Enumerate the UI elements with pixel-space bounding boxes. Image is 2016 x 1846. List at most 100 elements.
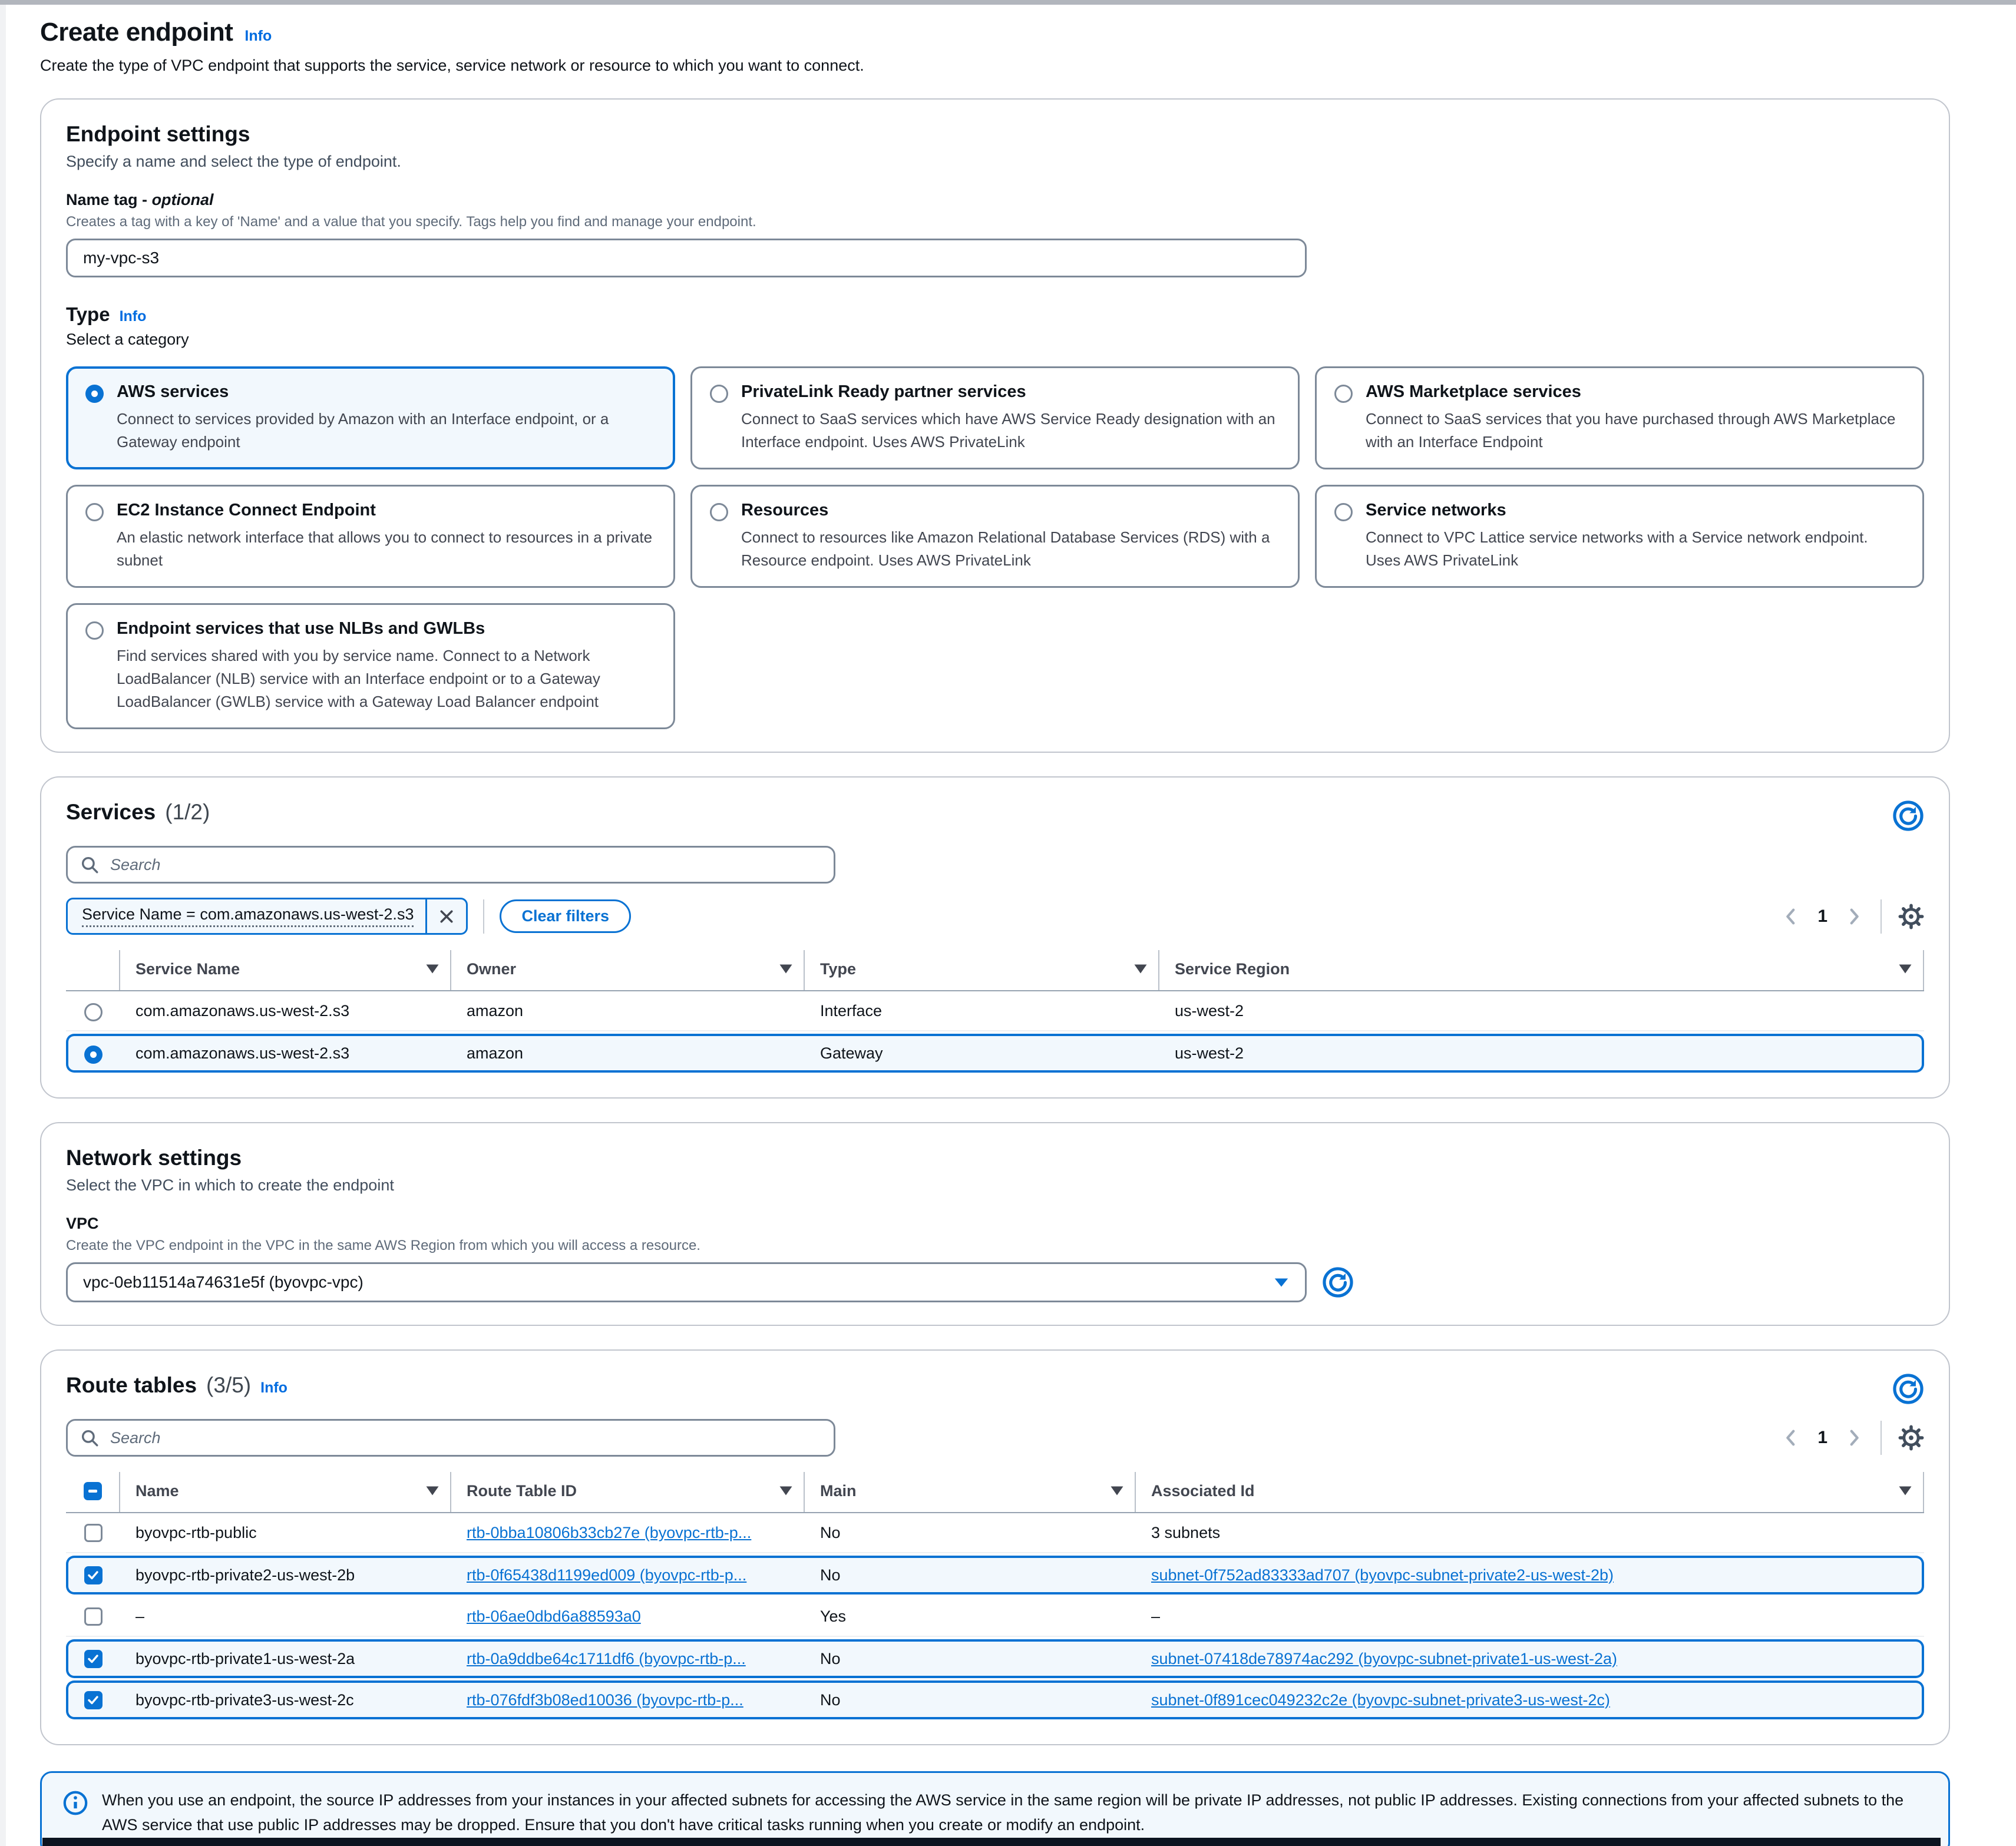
row-checkbox[interactable] bbox=[84, 1691, 103, 1709]
type-category-card[interactable]: AWS Marketplace services Connect to SaaS… bbox=[1315, 366, 1924, 469]
main-cell: No bbox=[805, 1691, 1136, 1709]
associated-id[interactable]: subnet-0f891cec049232c2e (byovpc-subnet-… bbox=[1151, 1691, 1610, 1709]
main-cell: No bbox=[805, 1566, 1136, 1584]
preferences-gear-icon[interactable] bbox=[1898, 1425, 1924, 1451]
filter-triangle-icon bbox=[1898, 964, 1912, 974]
radio-icon[interactable] bbox=[710, 503, 728, 521]
route-table-id-link[interactable]: rtb-0bba10806b33cb27e (byovpc-rtb-p... bbox=[467, 1524, 751, 1541]
radio-icon[interactable] bbox=[710, 385, 728, 403]
row-checkbox[interactable] bbox=[84, 1607, 103, 1626]
route-table-row[interactable]: byovpc-rtb-private1-us-west-2a rtb-0a9dd… bbox=[66, 1639, 1924, 1678]
radio-icon[interactable] bbox=[85, 621, 104, 640]
endpoint-settings-title: Endpoint settings bbox=[66, 122, 1924, 147]
radio-icon[interactable] bbox=[1334, 385, 1353, 403]
filter-token-dismiss-icon[interactable] bbox=[427, 899, 466, 933]
current-page-number[interactable]: 1 bbox=[1817, 1428, 1827, 1448]
next-page-icon[interactable] bbox=[1844, 907, 1864, 927]
route-table-name-cell: byovpc-rtb-public bbox=[120, 1524, 451, 1542]
associated-id[interactable]: subnet-0f752ad83333ad707 (byovpc-subnet-… bbox=[1151, 1566, 1614, 1584]
page-title: Create endpoint bbox=[40, 18, 233, 47]
type-subtitle: Select a category bbox=[66, 330, 1924, 349]
vpc-refresh-icon[interactable] bbox=[1322, 1266, 1354, 1298]
category-description: Connect to resources like Amazon Relatio… bbox=[741, 526, 1280, 572]
preferences-gear-icon[interactable] bbox=[1898, 904, 1924, 929]
route-tables-search-input[interactable] bbox=[109, 1428, 822, 1448]
route-table-name-cell: – bbox=[120, 1607, 451, 1626]
next-page-icon[interactable] bbox=[1844, 1428, 1864, 1448]
route-tables-info-link[interactable]: Info bbox=[260, 1379, 287, 1397]
service-table-row[interactable]: com.amazonaws.us-west-2.s3 amazon Gatewa… bbox=[66, 1034, 1924, 1073]
route-tables-pagination: 1 bbox=[1781, 1421, 1924, 1455]
route-table-name-cell: byovpc-rtb-private3-us-west-2c bbox=[120, 1691, 451, 1709]
route-table-row[interactable]: byovpc-rtb-private3-us-west-2c rtb-076fd… bbox=[66, 1680, 1924, 1719]
page-info-link[interactable]: Info bbox=[244, 28, 272, 45]
owner-cell: amazon bbox=[451, 1044, 805, 1063]
services-table-header: Service Name Owner Type Service Region bbox=[66, 950, 1924, 991]
main-cell: Yes bbox=[805, 1607, 1136, 1626]
current-page-number[interactable]: 1 bbox=[1817, 907, 1827, 927]
filter-triangle-icon bbox=[425, 1486, 439, 1496]
name-tag-input[interactable] bbox=[66, 239, 1307, 277]
route-tables-table-header: Name Route Table ID Main Associated Id bbox=[66, 1472, 1924, 1513]
category-description: Connect to services provided by Amazon w… bbox=[117, 408, 656, 454]
type-category-grid: AWS services Connect to services provide… bbox=[66, 366, 1924, 729]
service-table-row[interactable]: com.amazonaws.us-west-2.s3 amazon Interf… bbox=[66, 991, 1924, 1031]
filter-triangle-icon bbox=[779, 964, 793, 974]
route-table-row[interactable]: byovpc-rtb-private2-us-west-2b rtb-0f654… bbox=[66, 1556, 1924, 1594]
type-cell: Interface bbox=[805, 1002, 1159, 1020]
endpoint-settings-subtitle: Specify a name and select the type of en… bbox=[66, 153, 1924, 171]
type-category-card[interactable]: Resources Connect to resources like Amaz… bbox=[690, 485, 1300, 588]
main-cell: No bbox=[805, 1650, 1136, 1668]
route-table-row[interactable]: byovpc-rtb-public rtb-0bba10806b33cb27e … bbox=[66, 1513, 1924, 1553]
type-category-card[interactable]: EC2 Instance Connect Endpoint An elastic… bbox=[66, 485, 675, 588]
route-table-id-link[interactable]: rtb-0a9ddbe64c1711df6 (byovpc-rtb-p... bbox=[467, 1650, 746, 1668]
radio-icon[interactable] bbox=[1334, 503, 1353, 521]
category-description: Connect to SaaS services that you have p… bbox=[1366, 408, 1905, 454]
row-radio-icon[interactable] bbox=[84, 1046, 103, 1064]
network-settings-card: Network settings Select the VPC in which… bbox=[40, 1122, 1950, 1326]
type-category-card[interactable]: AWS services Connect to services provide… bbox=[66, 366, 675, 469]
services-search-input[interactable] bbox=[109, 855, 822, 875]
name-tag-help: Creates a tag with a key of 'Name' and a… bbox=[66, 214, 1924, 230]
route-tables-card: Route tables(3/5) Info 1 bbox=[40, 1349, 1950, 1745]
route-table-row[interactable]: – rtb-06ae0dbd6a88593a0 Yes – bbox=[66, 1597, 1924, 1637]
info-circle-icon bbox=[62, 1789, 89, 1817]
type-category-card[interactable]: Service networks Connect to VPC Lattice … bbox=[1315, 485, 1924, 588]
filter-token: Service Name = com.amazonaws.us-west-2.s… bbox=[66, 898, 468, 935]
route-table-id-link[interactable]: rtb-076fdf3b08ed10036 (byovpc-rtb-p... bbox=[467, 1691, 743, 1709]
row-checkbox[interactable] bbox=[84, 1650, 103, 1668]
filter-token-label[interactable]: Service Name = com.amazonaws.us-west-2.s… bbox=[68, 899, 425, 933]
vpc-label: VPC bbox=[66, 1215, 1924, 1233]
refresh-icon[interactable] bbox=[1892, 800, 1924, 832]
route-table-name-cell: byovpc-rtb-private1-us-west-2a bbox=[120, 1650, 451, 1668]
service-name-cell: com.amazonaws.us-west-2.s3 bbox=[120, 1044, 451, 1063]
owner-cell: amazon bbox=[451, 1002, 805, 1020]
type-info-link[interactable]: Info bbox=[120, 308, 147, 325]
associated-id[interactable]: 3 subnets bbox=[1151, 1524, 1220, 1542]
vpc-help: Create the VPC endpoint in the VPC in th… bbox=[66, 1238, 1924, 1254]
row-checkbox[interactable] bbox=[84, 1524, 103, 1542]
type-category-card[interactable]: Endpoint services that use NLBs and GWLB… bbox=[66, 603, 675, 729]
associated-id[interactable]: subnet-07418de78974ac292 (byovpc-subnet-… bbox=[1151, 1650, 1617, 1668]
row-checkbox[interactable] bbox=[84, 1566, 103, 1584]
vpc-select[interactable]: vpc-0eb11514a74631e5f (byovpc-vpc) bbox=[66, 1262, 1307, 1302]
select-all-checkbox[interactable] bbox=[84, 1482, 102, 1500]
route-tables-refresh-icon[interactable] bbox=[1892, 1373, 1924, 1405]
previous-page-icon[interactable] bbox=[1781, 907, 1801, 927]
previous-page-icon[interactable] bbox=[1781, 1428, 1801, 1448]
row-radio-icon[interactable] bbox=[84, 1003, 103, 1021]
services-search[interactable] bbox=[66, 846, 835, 884]
page-description: Create the type of VPC endpoint that sup… bbox=[40, 57, 1950, 75]
radio-icon[interactable] bbox=[85, 385, 104, 403]
associated-id: – bbox=[1151, 1607, 1160, 1625]
alert-text: When you use an endpoint, the source IP … bbox=[102, 1788, 1928, 1838]
route-table-id-link[interactable]: rtb-06ae0dbd6a88593a0 bbox=[467, 1607, 641, 1625]
route-tables-search[interactable] bbox=[66, 1419, 835, 1457]
service-name-cell: com.amazonaws.us-west-2.s3 bbox=[120, 1002, 451, 1020]
route-table-id-link[interactable]: rtb-0f65438d1199ed009 (byovpc-rtb-p... bbox=[467, 1566, 746, 1584]
radio-icon[interactable] bbox=[85, 503, 104, 521]
clear-filters-button[interactable]: Clear filters bbox=[500, 899, 631, 933]
category-title: EC2 Instance Connect Endpoint bbox=[117, 501, 656, 520]
category-description: Find services shared with you by service… bbox=[117, 644, 656, 713]
type-category-card[interactable]: PrivateLink Ready partner services Conne… bbox=[690, 366, 1300, 469]
